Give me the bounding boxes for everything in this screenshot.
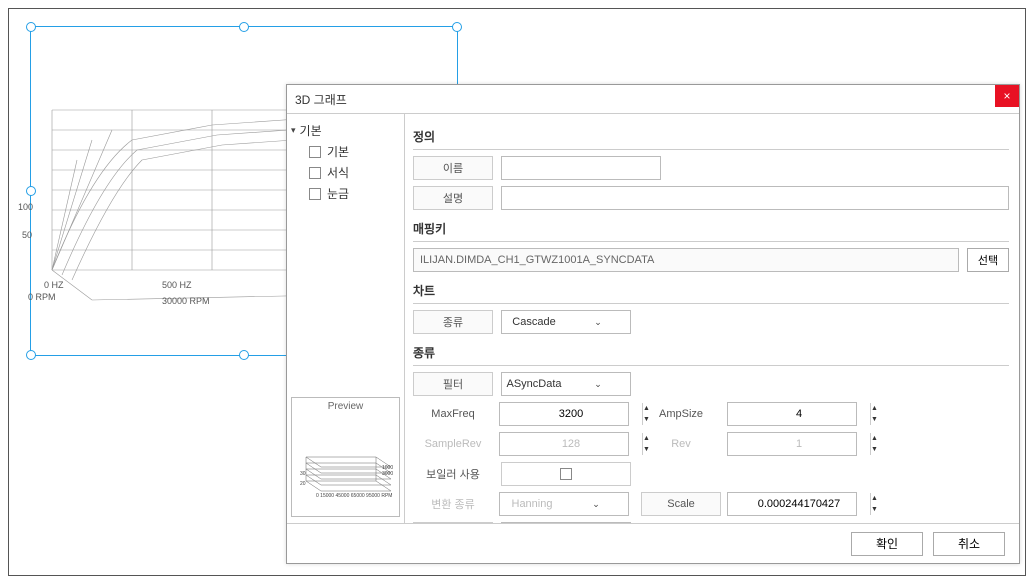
combo-chart-type-value: Cascade	[502, 316, 566, 328]
spinner-samplerev: ▲▼	[499, 432, 629, 456]
close-icon: ×	[1003, 89, 1010, 103]
chevron-down-icon: ⌄	[566, 379, 630, 390]
tree-item-label: 기본	[327, 143, 349, 160]
x-tick-30000rpm: 30000 RPM	[162, 296, 210, 306]
close-button[interactable]: ×	[995, 85, 1019, 107]
tree-item-label: 눈금	[327, 185, 349, 202]
combo-transform-value: Hanning	[500, 498, 564, 510]
resize-handle-tm[interactable]	[239, 22, 249, 32]
input-mapping-key[interactable]	[413, 248, 959, 272]
label-samplerev: SampleRev	[413, 432, 493, 456]
cancel-button[interactable]: 취소	[933, 532, 1005, 556]
checkbox-icon[interactable]	[309, 146, 321, 158]
label-scale: Scale	[641, 492, 721, 516]
input-scale[interactable]	[728, 498, 870, 510]
combo-filter[interactable]: ASyncData ⌄	[501, 372, 631, 396]
section-chart: 차트	[413, 278, 1009, 304]
checkbox-icon[interactable]	[309, 167, 321, 179]
combo-chart-type[interactable]: Cascade ⌄	[501, 310, 631, 334]
preview-box: Preview 20 30	[291, 397, 400, 517]
svg-text:20: 20	[300, 481, 306, 487]
spin-up-icon[interactable]: ▲	[871, 493, 878, 504]
chevron-down-icon: ⌄	[564, 499, 628, 510]
tree-root-label: 기본	[300, 122, 322, 139]
resize-handle-bm[interactable]	[239, 350, 249, 360]
x-tick-500hz: 500 HZ	[162, 280, 192, 290]
tree-item-basic[interactable]: 기본	[291, 141, 400, 162]
input-maxfreq[interactable]	[500, 408, 642, 420]
tree-item-grid[interactable]: 눈금	[291, 183, 400, 204]
section-mapping: 매핑키	[413, 216, 1009, 242]
combo-transform: Hanning ⌄	[499, 492, 629, 516]
input-desc[interactable]	[501, 186, 1009, 210]
checkbox-icon[interactable]	[309, 188, 321, 200]
combo-display[interactable]: HZ ⌄	[501, 522, 631, 523]
dialog-3d-graph: 3D 그래프 × ▾ 기본 기본 서식	[286, 84, 1020, 564]
label-rev: Rev	[641, 432, 721, 456]
svg-text:3000: 3000	[382, 471, 393, 477]
svg-text:30: 30	[300, 471, 306, 477]
preview-title: Preview	[292, 398, 399, 415]
combo-filter-value: ASyncData	[502, 378, 566, 390]
label-ampsize: AmpSize	[641, 402, 721, 426]
label-transform: 변환 종류	[413, 492, 493, 516]
tree-item-label: 서식	[327, 164, 349, 181]
y-tick-50: 50	[22, 230, 32, 240]
resize-handle-tr[interactable]	[452, 22, 462, 32]
dialog-title: 3D 그래프	[295, 91, 347, 108]
preview-body: 20 30 1000 3000 0 15000 45000 65000 9500…	[292, 415, 399, 516]
checkbox-boiler[interactable]	[501, 462, 631, 486]
spinner-rev: ▲▼	[727, 432, 857, 456]
dialog-titlebar: 3D 그래프 ×	[287, 85, 1019, 113]
spinner-maxfreq[interactable]: ▲▼	[499, 402, 629, 426]
button-select-mapping[interactable]: 선택	[967, 248, 1009, 272]
label-boiler: 보일러 사용	[413, 462, 493, 486]
spin-down-icon: ▼	[871, 444, 878, 455]
input-name[interactable]	[501, 156, 661, 180]
spinner-ampsize[interactable]: ▲▼	[727, 402, 857, 426]
caret-down-icon: ▾	[291, 125, 296, 136]
label-desc: 설명	[413, 186, 493, 210]
label-chart-type: 종류	[413, 310, 493, 334]
spin-up-icon: ▲	[871, 433, 878, 444]
tree-item-format[interactable]: 서식	[291, 162, 400, 183]
label-maxfreq: MaxFreq	[413, 402, 493, 426]
checkbox-icon[interactable]	[560, 468, 572, 480]
x-tick-0hz: 0 HZ	[44, 280, 64, 290]
chevron-down-icon: ⌄	[566, 317, 630, 328]
section-kind: 종류	[413, 340, 1009, 366]
y-tick-100: 100	[18, 202, 33, 212]
resize-handle-bl[interactable]	[26, 350, 36, 360]
svg-text:0 15000 45000 65000 95000 RPM: 0 15000 45000 65000 95000 RPM	[316, 493, 392, 499]
spin-down-icon[interactable]: ▼	[871, 414, 878, 425]
tree-panel: ▾ 기본 기본 서식 눈금 Preview	[287, 114, 405, 523]
label-filter: 필터	[413, 372, 493, 396]
input-samplerev	[500, 438, 642, 450]
dialog-footer: 확인 취소	[287, 523, 1019, 563]
label-display: 표시	[413, 522, 493, 523]
spinner-scale[interactable]: ▲▼	[727, 492, 857, 516]
resize-handle-tl[interactable]	[26, 22, 36, 32]
tree-root-item[interactable]: ▾ 기본	[291, 120, 400, 141]
input-ampsize[interactable]	[728, 408, 870, 420]
label-name: 이름	[413, 156, 493, 180]
form-panel[interactable]: 정의 이름 설명 매핑키 선택 차트 종류 Cascade ⌄	[405, 114, 1019, 523]
spin-down-icon[interactable]: ▼	[871, 504, 878, 515]
input-rev	[728, 438, 870, 450]
ok-button[interactable]: 확인	[851, 532, 923, 556]
spin-up-icon[interactable]: ▲	[871, 403, 878, 414]
x-tick-0rpm: 0 RPM	[28, 292, 56, 302]
section-definition: 정의	[413, 124, 1009, 150]
